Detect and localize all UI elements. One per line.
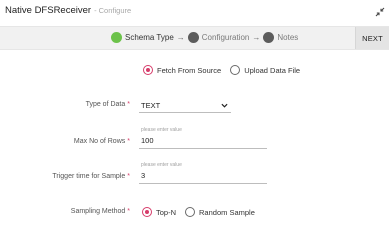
step-arrow: →: [252, 33, 261, 42]
step-schema-type[interactable]: Schema Type: [125, 33, 174, 42]
trigger-time-hint: please enter value: [141, 162, 182, 168]
type-of-data-select[interactable]: TEXT: [139, 99, 231, 113]
dialog-header: Native DFSReceiver - Configure: [0, 0, 389, 24]
expand-icon[interactable]: [375, 7, 385, 17]
required-mark: *: [127, 208, 130, 215]
required-mark: *: [127, 138, 130, 145]
max-rows-hint: please enter value: [141, 127, 182, 133]
sampling-method-label-text: Sampling Method: [70, 208, 126, 215]
random-sample-label[interactable]: Random Sample: [199, 208, 255, 217]
step-notes-indicator: [263, 32, 275, 43]
max-rows-input[interactable]: please enter value 100: [139, 127, 267, 149]
dialog-subtitle: - Configure: [94, 6, 132, 15]
next-button[interactable]: NEXT: [355, 27, 389, 49]
max-rows-label-text: Max No of Rows: [73, 138, 126, 145]
sampling-method-radio-group: Top-N Random Sample: [142, 207, 264, 217]
trigger-time-value: 3: [141, 171, 146, 180]
type-of-data-value: TEXT: [141, 101, 161, 110]
type-of-data-label-text: Type of Data: [85, 101, 126, 108]
source-radio-group: Fetch From Source Upload Data File: [143, 65, 309, 75]
step-configuration[interactable]: Configuration: [202, 33, 250, 42]
step-list: Schema Type → Configuration → Notes: [111, 32, 298, 43]
dialog-title: Native DFSReceiver - Configure: [5, 5, 131, 16]
upload-data-file-label[interactable]: Upload Data File: [244, 66, 300, 75]
type-of-data-label: Type of Data *: [0, 101, 130, 108]
dialog-title-text: Native DFSReceiver: [5, 5, 92, 16]
trigger-time-input[interactable]: please enter value 3: [139, 162, 267, 184]
trigger-time-label: Trigger time for Sample *: [0, 173, 130, 180]
top-n-radio[interactable]: [142, 207, 152, 217]
top-n-label[interactable]: Top-N: [156, 208, 176, 217]
chevron-down-icon: [221, 103, 228, 108]
required-mark: *: [127, 101, 130, 108]
step-notes[interactable]: Notes: [277, 33, 298, 42]
max-rows-value: 100: [141, 136, 154, 145]
trigger-time-label-text: Trigger time for Sample: [52, 173, 126, 180]
max-rows-label: Max No of Rows *: [0, 138, 130, 145]
step-schema-type-indicator: [111, 32, 122, 43]
required-mark: *: [127, 173, 130, 180]
wizard-stepper: Schema Type → Configuration → Notes NEXT: [0, 26, 389, 50]
fetch-from-source-radio[interactable]: [143, 65, 153, 75]
step-arrow: →: [176, 33, 185, 42]
random-sample-radio[interactable]: [185, 207, 196, 217]
step-configuration-indicator: [187, 32, 199, 43]
sampling-method-label: Sampling Method *: [0, 208, 130, 215]
upload-data-file-radio[interactable]: [230, 65, 241, 75]
fetch-from-source-label[interactable]: Fetch From Source: [157, 66, 221, 75]
